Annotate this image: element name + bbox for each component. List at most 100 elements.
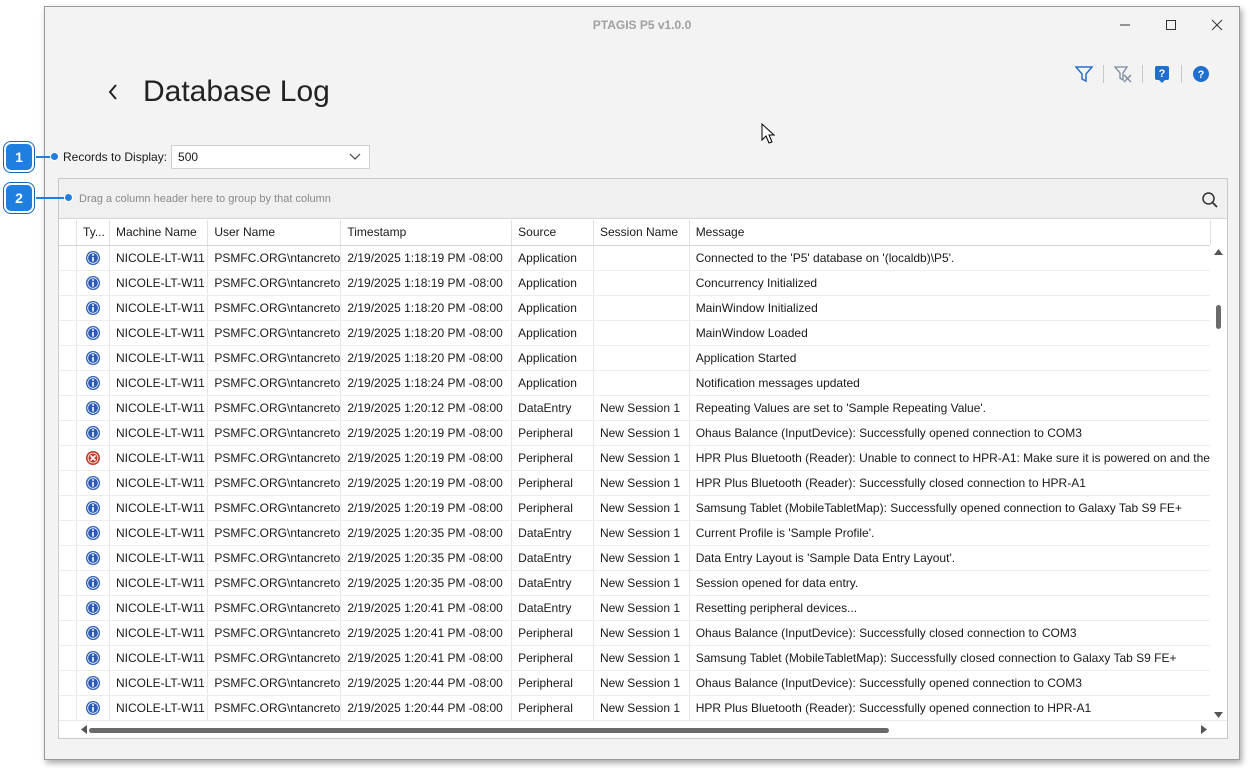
cell-timestamp: 2/19/2025 1:18:20 PM -08:00 (340, 345, 513, 371)
table-row[interactable]: NICOLE-LT-W11 PSMFC.ORG\ntancreto 2/19/202… (59, 245, 1211, 271)
mouse-cursor-icon (761, 123, 776, 144)
table-row[interactable]: NICOLE-LT-W11 PSMFC.ORG\ntancreto 2/19/202… (59, 270, 1211, 296)
minimize-icon (1120, 24, 1130, 26)
records-label: Records to Display: (63, 150, 168, 164)
filter-button[interactable] (1071, 63, 1097, 85)
row-indicator[interactable] (59, 695, 78, 720)
horizontal-scroll-thumb[interactable] (89, 728, 889, 733)
row-indicator[interactable] (59, 495, 78, 521)
scroll-up-icon[interactable] (1210, 247, 1227, 257)
maximize-button[interactable] (1151, 13, 1191, 37)
cell-source: DataEntry (511, 595, 594, 621)
scroll-left-icon[interactable] (79, 721, 89, 738)
row-indicator[interactable] (59, 445, 78, 471)
cell-type (76, 695, 110, 720)
cell-type (76, 245, 110, 271)
cell-user-name: PSMFC.ORG\ntancreto (207, 345, 342, 371)
column-header-session-name[interactable]: Session Name (593, 220, 690, 246)
row-indicator[interactable] (59, 470, 78, 496)
cell-machine-name: NICOLE-LT-W11 (109, 495, 209, 521)
column-header-timestamp[interactable]: Timestamp (340, 220, 513, 246)
table-row[interactable]: NICOLE-LT-W11 PSMFC.ORG\ntancreto 2/19/202… (59, 545, 1211, 571)
table-row[interactable]: NICOLE-LT-W11 PSMFC.ORG\ntancreto 2/19/202… (59, 495, 1211, 521)
cell-timestamp: 2/19/2025 1:20:19 PM -08:00 (340, 420, 513, 446)
cell-source: DataEntry (511, 395, 594, 421)
cell-session-name: New Session 1 (593, 570, 690, 596)
table-row[interactable]: NICOLE-LT-W11 PSMFC.ORG\ntancreto 2/19/202… (59, 520, 1211, 546)
column-header-type[interactable]: Ty... (76, 220, 110, 246)
records-dropdown[interactable]: 500 (171, 145, 371, 169)
column-header-user-name[interactable]: User Name (207, 220, 342, 246)
table-row[interactable]: NICOLE-LT-W11 PSMFC.ORG\ntancreto 2/19/202… (59, 345, 1211, 371)
cell-timestamp: 2/19/2025 1:18:24 PM -08:00 (340, 370, 513, 396)
table-row[interactable]: NICOLE-LT-W11 PSMFC.ORG\ntancreto 2/19/202… (59, 395, 1211, 421)
table-row[interactable]: NICOLE-LT-W11 PSMFC.ORG\ntancreto 2/19/202… (59, 370, 1211, 396)
table-row[interactable]: NICOLE-LT-W11 PSMFC.ORG\ntancreto 2/19/202… (59, 620, 1211, 646)
row-indicator[interactable] (59, 370, 78, 396)
row-indicator[interactable] (59, 620, 78, 646)
column-header-message[interactable]: Message (689, 220, 1211, 246)
row-indicator[interactable] (59, 670, 78, 696)
row-indicator[interactable] (59, 270, 78, 296)
error-icon (86, 450, 100, 465)
cell-timestamp: 2/19/2025 1:20:35 PM -08:00 (340, 520, 513, 546)
column-header-machine-name[interactable]: Machine Name (109, 220, 209, 246)
close-button[interactable] (1197, 13, 1237, 37)
group-panel[interactable]: Drag a column header here to group by th… (59, 179, 1227, 219)
cell-type (76, 620, 110, 646)
row-indicator[interactable] (59, 245, 78, 271)
table-row[interactable]: NICOLE-LT-W11 PSMFC.ORG\ntancreto 2/19/202… (59, 445, 1211, 471)
cell-user-name: PSMFC.ORG\ntancreto (207, 595, 342, 621)
maximize-icon (1166, 20, 1176, 30)
row-indicator[interactable] (59, 520, 78, 546)
cell-message: Data Entry Layout is 'Sample Data Entry … (689, 545, 1211, 571)
row-indicator[interactable] (59, 420, 78, 446)
row-indicator[interactable] (59, 395, 78, 421)
column-header-source[interactable]: Source (511, 220, 594, 246)
cell-type (76, 520, 110, 546)
cell-source: Peripheral (511, 495, 594, 521)
row-indicator[interactable] (59, 295, 78, 321)
cell-session-name (593, 320, 690, 346)
info-icon (86, 425, 100, 440)
cell-machine-name: NICOLE-LT-W11 (109, 620, 209, 646)
row-indicator[interactable] (59, 570, 78, 596)
row-indicator[interactable] (59, 645, 78, 671)
scroll-down-icon[interactable] (1210, 710, 1227, 720)
table-row[interactable]: NICOLE-LT-W11 PSMFC.ORG\ntancreto 2/19/202… (59, 295, 1211, 321)
vertical-scroll-thumb[interactable] (1216, 305, 1221, 329)
cell-message: Concurrency Initialized (689, 270, 1211, 296)
cell-machine-name: NICOLE-LT-W11 (109, 595, 209, 621)
cell-machine-name: NICOLE-LT-W11 (109, 570, 209, 596)
cell-source: Peripheral (511, 695, 594, 720)
cell-session-name: New Session 1 (593, 620, 690, 646)
clear-filter-button[interactable] (1110, 63, 1136, 85)
table-row[interactable]: NICOLE-LT-W11 PSMFC.ORG\ntancreto 2/19/202… (59, 470, 1211, 496)
context-help-button[interactable]: ? (1149, 63, 1175, 85)
row-indicator[interactable] (59, 320, 78, 346)
search-icon[interactable] (1201, 191, 1219, 209)
table-row[interactable]: NICOLE-LT-W11 PSMFC.ORG\ntancreto 2/19/202… (59, 595, 1211, 621)
back-button[interactable] (103, 80, 123, 104)
minimize-button[interactable] (1105, 13, 1145, 37)
horizontal-scrollbar[interactable] (59, 720, 1227, 738)
cell-timestamp: 2/19/2025 1:20:19 PM -08:00 (340, 495, 513, 521)
table-row[interactable]: NICOLE-LT-W11 PSMFC.ORG\ntancreto 2/19/202… (59, 645, 1211, 671)
table-row[interactable]: NICOLE-LT-W11 PSMFC.ORG\ntancreto 2/19/202… (59, 695, 1211, 720)
cell-user-name: PSMFC.ORG\ntancreto (207, 545, 342, 571)
row-indicator[interactable] (59, 345, 78, 371)
toolbar: ? ? (1071, 63, 1214, 85)
row-indicator[interactable] (59, 595, 78, 621)
filter-icon (1075, 66, 1093, 83)
scroll-right-icon[interactable] (1199, 721, 1209, 738)
row-indicator[interactable] (59, 545, 78, 571)
table-row[interactable]: NICOLE-LT-W11 PSMFC.ORG\ntancreto 2/19/202… (59, 570, 1211, 596)
cell-type (76, 345, 110, 371)
vertical-scrollbar[interactable] (1210, 245, 1227, 722)
table-row[interactable]: NICOLE-LT-W11 PSMFC.ORG\ntancreto 2/19/202… (59, 670, 1211, 696)
help-button[interactable]: ? (1188, 63, 1214, 85)
table-row[interactable]: NICOLE-LT-W11 PSMFC.ORG\ntancreto 2/19/202… (59, 320, 1211, 346)
table-row[interactable]: NICOLE-LT-W11 PSMFC.ORG\ntancreto 2/19/202… (59, 420, 1211, 446)
log-grid: Drag a column header here to group by th… (58, 178, 1228, 739)
cell-machine-name: NICOLE-LT-W11 (109, 395, 209, 421)
